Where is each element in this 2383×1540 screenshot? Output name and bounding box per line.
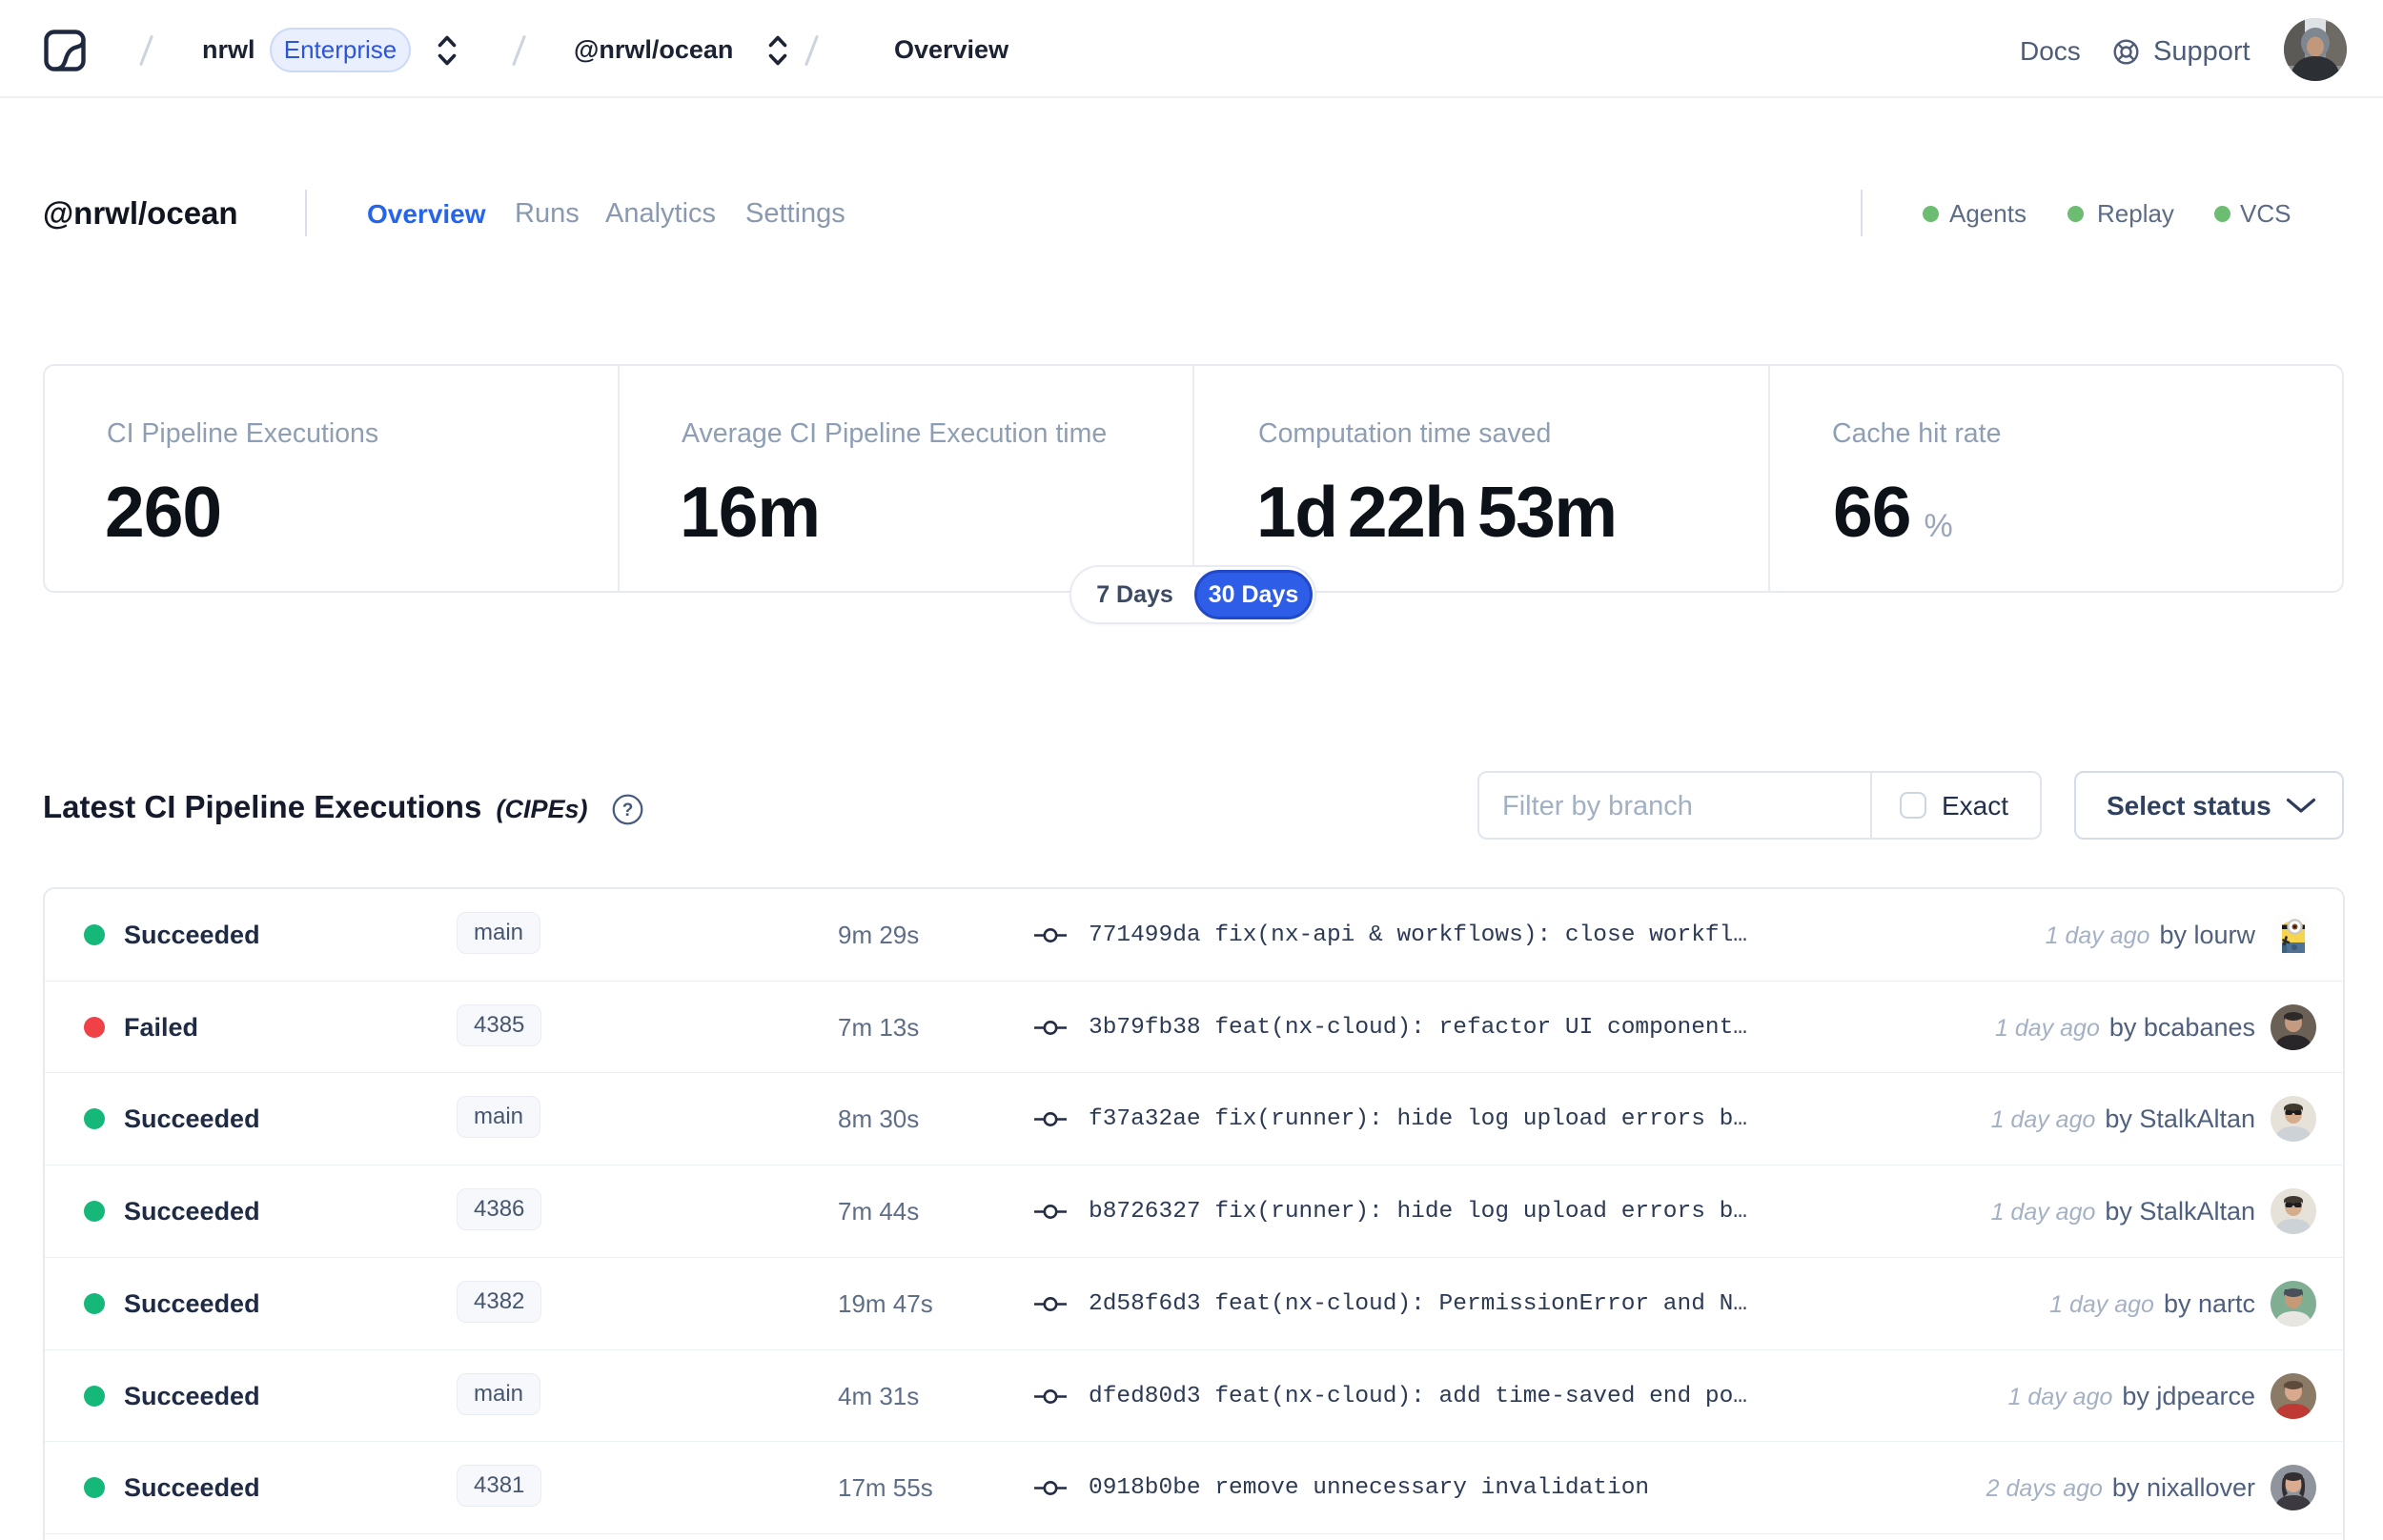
svg-text:?: ? xyxy=(622,800,634,821)
